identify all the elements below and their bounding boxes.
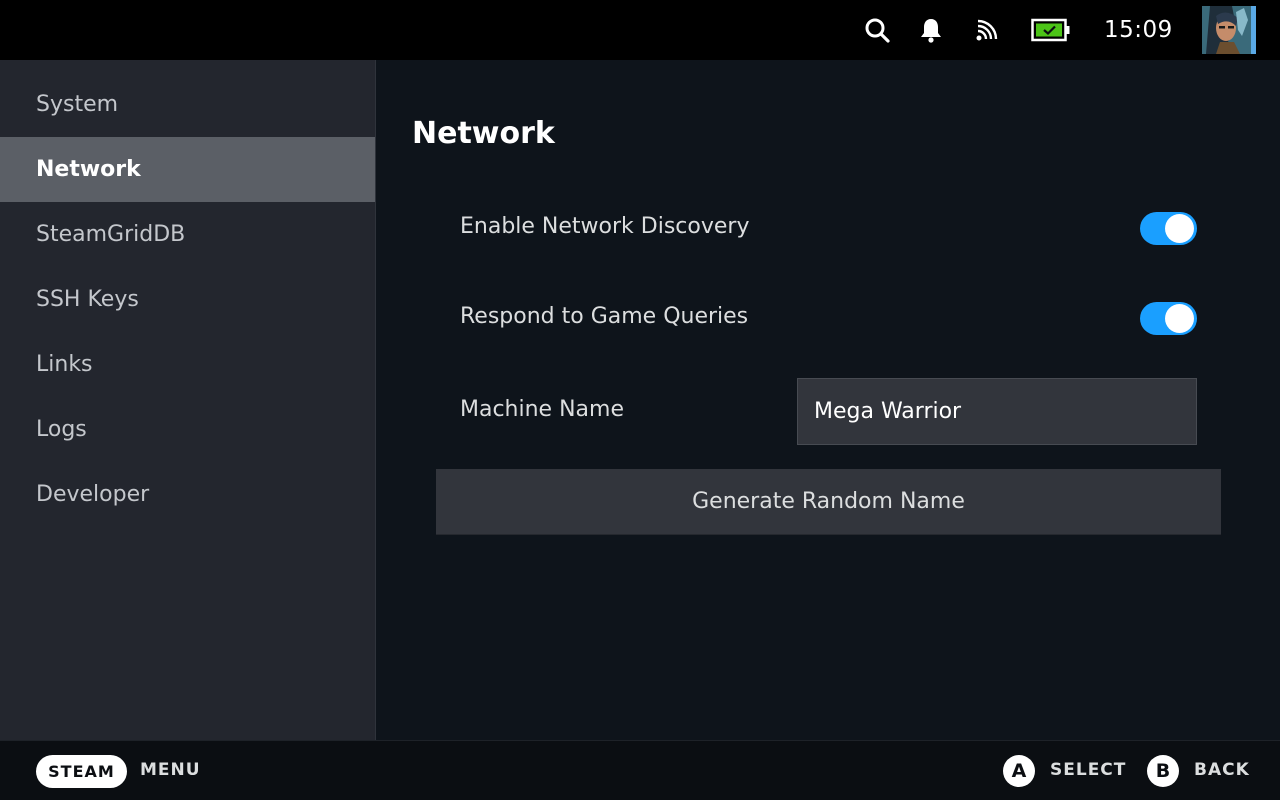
machine-name-input[interactable] xyxy=(797,378,1197,445)
network-discovery-label: Enable Network Discovery xyxy=(460,214,750,239)
battery-icon[interactable] xyxy=(1030,14,1072,46)
b-button-icon[interactable]: B xyxy=(1147,755,1179,787)
sidebar-item-ssh-keys[interactable]: SSH Keys xyxy=(0,267,375,332)
search-icon[interactable] xyxy=(861,14,893,46)
menu-hint-label: MENU xyxy=(140,760,201,780)
main-panel: Network Enable Network Discovery Respond… xyxy=(376,60,1280,740)
steam-button[interactable]: STEAM xyxy=(36,755,127,788)
game-queries-label: Respond to Game Queries xyxy=(460,304,749,329)
machine-name-label: Machine Name xyxy=(460,397,624,422)
back-hint-label: BACK xyxy=(1194,760,1250,780)
sidebar-item-links[interactable]: Links xyxy=(0,332,375,397)
sidebar-item-logs[interactable]: Logs xyxy=(0,397,375,462)
sidebar-item-system[interactable]: System xyxy=(0,72,375,137)
sidebar: System Network SteamGridDB SSH Keys Link… xyxy=(0,60,376,740)
avatar[interactable] xyxy=(1202,6,1256,54)
game-queries-toggle[interactable] xyxy=(1140,302,1197,335)
clock: 15:09 xyxy=(1104,17,1173,43)
a-button-icon[interactable]: A xyxy=(1003,755,1035,787)
bottom-bar: STEAM MENU A SELECT B BACK xyxy=(0,740,1280,800)
sidebar-item-network[interactable]: Network xyxy=(0,137,375,202)
top-bar: 15:09 xyxy=(0,0,1280,60)
toggle-knob xyxy=(1165,214,1194,243)
toggle-knob xyxy=(1165,304,1194,333)
cast-icon[interactable] xyxy=(971,14,1003,46)
sidebar-item-developer[interactable]: Developer xyxy=(0,462,375,527)
sidebar-item-steamgriddb[interactable]: SteamGridDB xyxy=(0,202,375,267)
bell-icon[interactable] xyxy=(915,14,947,46)
generate-random-name-button[interactable]: Generate Random Name xyxy=(436,469,1221,535)
network-discovery-toggle[interactable] xyxy=(1140,212,1197,245)
page-title: Network xyxy=(412,116,555,151)
select-hint-label: SELECT xyxy=(1050,760,1127,780)
